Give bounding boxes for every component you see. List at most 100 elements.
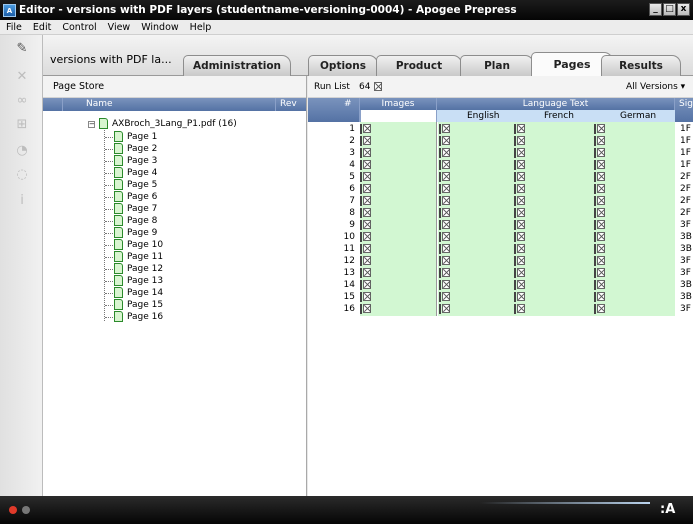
tab-plan[interactable]: Plan <box>460 55 534 76</box>
french-cell[interactable] <box>514 159 525 171</box>
french-cell[interactable] <box>514 255 525 267</box>
images-cell[interactable] <box>360 219 371 231</box>
german-cell[interactable] <box>594 171 605 183</box>
french-column-header[interactable]: French <box>544 110 574 122</box>
page-tree-item[interactable]: Page 4 <box>43 167 243 179</box>
french-cell[interactable] <box>514 195 525 207</box>
images-cell[interactable] <box>360 207 371 219</box>
german-cell[interactable] <box>594 255 605 267</box>
versions-dropdown[interactable]: All Versions ▾ <box>626 82 685 92</box>
grid-row[interactable]: 7 2F <box>308 195 693 207</box>
menu-window[interactable]: Window <box>141 22 178 33</box>
menu-view[interactable]: View <box>108 22 131 33</box>
grid-row[interactable]: 12 3F <box>308 255 693 267</box>
grid-row[interactable]: 1 1F <box>308 123 693 135</box>
sig-column-header[interactable]: Sig <box>675 98 693 122</box>
page-tree-item[interactable]: Page 13 <box>43 275 243 287</box>
name-column-header[interactable]: Name <box>86 98 113 111</box>
french-cell[interactable] <box>514 243 525 255</box>
german-cell[interactable] <box>594 147 605 159</box>
page-tree-item[interactable]: Page 5 <box>43 179 243 191</box>
grid-row[interactable]: 14 3B <box>308 279 693 291</box>
grid-row[interactable]: 13 3F <box>308 267 693 279</box>
images-cell[interactable] <box>360 123 371 135</box>
search-icon[interactable]: ◌ <box>14 167 30 183</box>
english-cell[interactable] <box>439 135 450 147</box>
page-tree-item[interactable]: Page 11 <box>43 251 243 263</box>
german-cell[interactable] <box>594 231 605 243</box>
grid-row[interactable]: 5 2F <box>308 171 693 183</box>
page-tree-item[interactable]: Page 9 <box>43 227 243 239</box>
info-icon[interactable]: i <box>14 193 30 209</box>
page-tree-item[interactable]: Page 1 <box>43 131 243 143</box>
num-column-header[interactable]: # <box>308 98 360 122</box>
link-icon[interactable]: ∞ <box>14 93 30 109</box>
tab-administration[interactable]: Administration <box>183 55 291 76</box>
english-cell[interactable] <box>439 159 450 171</box>
delete-icon[interactable]: ✕ <box>14 69 30 85</box>
page-tree-item[interactable]: Page 7 <box>43 203 243 215</box>
images-column-header[interactable]: Images <box>360 98 437 110</box>
tab-options[interactable]: Options <box>308 55 378 76</box>
german-cell[interactable] <box>594 303 605 315</box>
french-cell[interactable] <box>514 291 525 303</box>
pin-icon[interactable]: ✎ <box>14 41 30 57</box>
german-cell[interactable] <box>594 195 605 207</box>
page-tree-item[interactable]: Page 6 <box>43 191 243 203</box>
french-cell[interactable] <box>514 267 525 279</box>
french-cell[interactable] <box>514 207 525 219</box>
grid-row[interactable]: 8 2F <box>308 207 693 219</box>
minimize-button[interactable]: _ <box>649 3 662 16</box>
english-cell[interactable] <box>439 219 450 231</box>
french-cell[interactable] <box>514 171 525 183</box>
english-cell[interactable] <box>439 231 450 243</box>
grid-row[interactable]: 10 3B <box>308 231 693 243</box>
images-cell[interactable] <box>360 231 371 243</box>
german-cell[interactable] <box>594 159 605 171</box>
german-cell[interactable] <box>594 267 605 279</box>
german-cell[interactable] <box>594 279 605 291</box>
german-cell[interactable] <box>594 207 605 219</box>
german-cell[interactable] <box>594 183 605 195</box>
french-cell[interactable] <box>514 135 525 147</box>
page-tree-item[interactable]: Page 10 <box>43 239 243 251</box>
english-cell[interactable] <box>439 171 450 183</box>
close-button[interactable]: x <box>677 3 690 16</box>
images-cell[interactable] <box>360 255 371 267</box>
images-cell[interactable] <box>360 171 371 183</box>
grid-row[interactable]: 6 2F <box>308 183 693 195</box>
images-cell[interactable] <box>360 291 371 303</box>
rev-column-header[interactable]: Rev <box>275 98 297 111</box>
german-cell[interactable] <box>594 123 605 135</box>
language-text-column-header[interactable]: Language Text <box>437 98 675 110</box>
english-cell[interactable] <box>439 303 450 315</box>
grid-row[interactable]: 2 1F <box>308 135 693 147</box>
page-tree-item[interactable]: Page 14 <box>43 287 243 299</box>
french-cell[interactable] <box>514 303 525 315</box>
restore-button[interactable]: □ <box>663 3 676 16</box>
tab-product[interactable]: Product <box>376 55 462 76</box>
images-cell[interactable] <box>360 147 371 159</box>
english-cell[interactable] <box>439 267 450 279</box>
english-cell[interactable] <box>439 195 450 207</box>
tab-results[interactable]: Results <box>601 55 681 76</box>
english-cell[interactable] <box>439 243 450 255</box>
images-cell[interactable] <box>360 279 371 291</box>
images-cell[interactable] <box>360 303 371 315</box>
english-cell[interactable] <box>439 147 450 159</box>
menu-control[interactable]: Control <box>62 22 96 33</box>
images-cell[interactable] <box>360 183 371 195</box>
grid-row[interactable]: 3 1F <box>308 147 693 159</box>
tree-icon[interactable]: ⊞ <box>14 117 30 133</box>
german-cell[interactable] <box>594 219 605 231</box>
images-cell[interactable] <box>360 243 371 255</box>
page-tree-item[interactable]: Page 16 <box>43 311 243 323</box>
page-tree-item[interactable]: Page 3 <box>43 155 243 167</box>
english-column-header[interactable]: English <box>467 110 500 122</box>
english-cell[interactable] <box>439 279 450 291</box>
menu-help[interactable]: Help <box>190 22 212 33</box>
images-cell[interactable] <box>360 267 371 279</box>
french-cell[interactable] <box>514 231 525 243</box>
menu-file[interactable]: File <box>6 22 22 33</box>
thumb-icon[interactable]: ◔ <box>14 143 30 159</box>
